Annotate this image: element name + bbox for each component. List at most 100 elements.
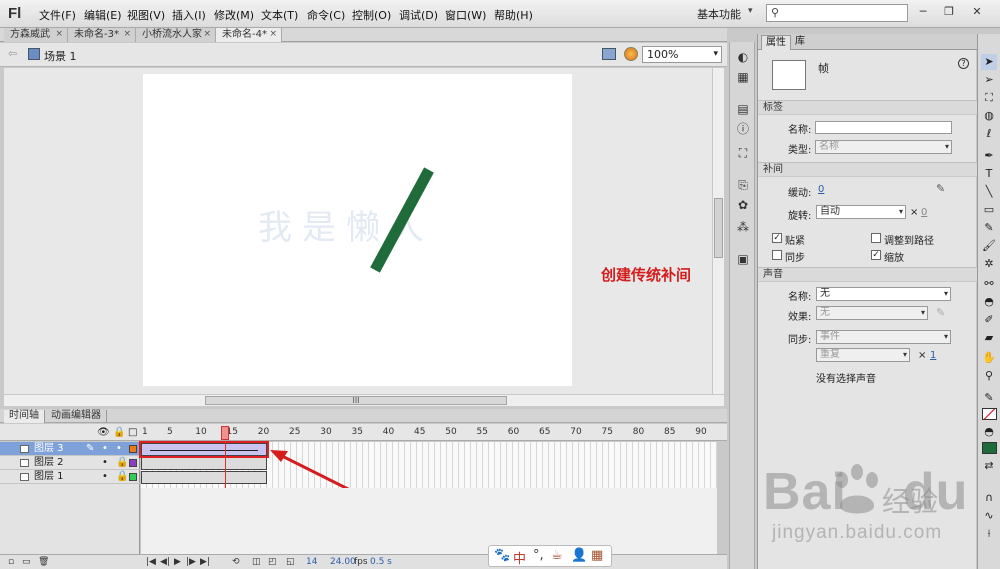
new-folder-icon[interactable]: ▭ <box>22 556 31 569</box>
rectangle-tool-icon[interactable]: ▭ <box>981 202 997 218</box>
straighten-icon[interactable]: ⟊ <box>981 526 997 542</box>
free-transform-tool-icon[interactable]: ⛶ <box>981 90 997 106</box>
doc-tab-4[interactable]: 未命名-4* × <box>216 28 282 42</box>
cup-icon[interactable]: ☕ <box>551 548 563 563</box>
menu-window[interactable]: 窗口(W) <box>445 7 486 23</box>
restore-button[interactable]: ❐ <box>940 4 958 20</box>
layer-row-3[interactable]: 图层 3 ✎ • • <box>0 442 140 456</box>
selection-tool-icon[interactable]: ➤ <box>981 54 997 70</box>
snap-to-objects-icon[interactable]: ∩ <box>981 490 997 506</box>
visibility-dot[interactable]: • <box>102 442 108 456</box>
line-tool-icon[interactable]: ╲ <box>981 184 997 200</box>
prev-frame-icon[interactable]: ◀| <box>160 556 170 569</box>
ime-language[interactable]: 中 <box>513 548 526 567</box>
person-icon[interactable]: 👤 <box>571 548 587 563</box>
fill-color-icon[interactable]: ◓ <box>981 424 997 440</box>
sync-checkbox[interactable] <box>772 250 782 260</box>
tab-properties[interactable]: 属性 <box>761 35 791 50</box>
fill-color-swatch[interactable] <box>982 442 997 454</box>
frame-span[interactable] <box>141 471 267 484</box>
edit-sound-pencil-icon[interactable]: ✎ <box>936 306 945 319</box>
eye-icon[interactable]: 👁 <box>97 427 110 438</box>
play-icon[interactable]: ▶ <box>174 556 181 569</box>
close-icon[interactable]: × <box>203 28 211 41</box>
edit-multiple-frames-icon[interactable]: ◱ <box>286 556 295 569</box>
layer-row-2[interactable]: 图层 2 • 🔒 <box>0 456 140 470</box>
transform-icon[interactable]: ⛶ <box>736 146 750 160</box>
color-icon[interactable]: ◐ <box>736 50 750 64</box>
edit-scene-icon[interactable] <box>602 48 616 60</box>
lock-icon[interactable]: 🔒 <box>116 470 128 484</box>
menu-debug[interactable]: 调试(D) <box>399 7 438 23</box>
tab-timeline[interactable]: 时间轴 <box>4 410 45 423</box>
info-icon[interactable]: ⓘ <box>736 122 750 136</box>
frame-span[interactable] <box>141 457 267 470</box>
sound-sync-select[interactable]: 事件 ▾ <box>816 330 951 344</box>
close-button[interactable]: ✕ <box>968 4 986 20</box>
grid-icon[interactable]: ▦ <box>591 548 603 563</box>
menu-view[interactable]: 视图(V) <box>127 7 165 23</box>
bone-tool-icon[interactable]: ⚯ <box>981 276 997 292</box>
loop-icon[interactable]: ⟲ <box>232 556 240 569</box>
menu-modify[interactable]: 修改(M) <box>214 7 254 23</box>
next-frame-icon[interactable]: |▶ <box>186 556 196 569</box>
new-layer-icon[interactable]: ▫ <box>8 556 14 569</box>
close-icon[interactable]: × <box>55 28 63 41</box>
onion-outline-icon[interactable]: ◰ <box>268 556 277 569</box>
outline-icon[interactable]: □ <box>128 427 137 438</box>
last-frame-icon[interactable]: ▶| <box>200 556 210 569</box>
lock-dot[interactable]: • <box>116 442 122 456</box>
first-frame-icon[interactable]: |◀ <box>146 556 156 569</box>
section-sound[interactable]: 声音 <box>758 267 977 282</box>
tab-library[interactable]: 库 <box>791 35 809 50</box>
back-arrow-icon[interactable]: ⇦ <box>8 47 17 60</box>
menu-commands[interactable]: 命令(C) <box>307 7 345 23</box>
lasso-tool-icon[interactable]: ℓ <box>981 126 997 142</box>
visibility-dot[interactable]: • <box>102 456 108 470</box>
sound-name-select[interactable]: 无 ▾ <box>816 287 951 301</box>
pencil-tool-icon[interactable]: ✎ <box>981 220 997 236</box>
stroke-color-icon[interactable]: ✎ <box>981 390 997 406</box>
paw-icon[interactable]: 🐾 <box>494 548 510 563</box>
doc-tab-3[interactable]: 小桥流水人家 × <box>136 28 216 42</box>
close-icon[interactable]: × <box>123 28 131 41</box>
scroll-thumb[interactable] <box>714 198 723 258</box>
pen-tool-icon[interactable]: ✒ <box>981 148 997 164</box>
horizontal-scrollbar[interactable]: III <box>4 394 724 406</box>
help-icon[interactable]: ? <box>958 58 969 69</box>
hand-tool-icon[interactable]: ✋ <box>981 350 997 366</box>
repeat-times[interactable]: 1 <box>930 350 936 361</box>
snap-checkbox[interactable]: ✓ <box>772 233 782 243</box>
search-input[interactable]: ⚲ <box>766 4 908 22</box>
rotate-times[interactable]: 0 <box>921 207 927 218</box>
layer-row-1[interactable]: 图层 1 • 🔒 <box>0 470 140 484</box>
doc-tab-2[interactable]: 未命名-3* × <box>68 28 136 42</box>
lock-icon[interactable]: 🔒 <box>116 456 128 470</box>
effect-select[interactable]: 无 ▾ <box>816 306 928 320</box>
chevron-down-icon[interactable]: ▾ <box>748 6 753 16</box>
section-label[interactable]: 标签 <box>758 100 977 115</box>
tab-motion-editor[interactable]: 动画编辑器 <box>46 410 107 423</box>
swap-colors-icon[interactable]: ⇄ <box>981 458 997 474</box>
lock-icon[interactable]: 🔒 <box>113 427 125 438</box>
motion-presets-icon[interactable]: ⁂ <box>736 220 750 234</box>
frame-rate[interactable]: 24.00 <box>330 556 356 569</box>
menu-edit[interactable]: 编辑(E) <box>84 7 122 23</box>
ease-value[interactable]: 0 <box>818 184 824 195</box>
3d-rotation-tool-icon[interactable]: ◍ <box>981 108 997 124</box>
repeat-select[interactable]: 重复 ▾ <box>816 348 910 362</box>
edit-ease-pencil-icon[interactable]: ✎ <box>936 182 945 195</box>
swatches-icon[interactable]: ▦ <box>736 70 750 84</box>
layer-outline-color[interactable] <box>129 473 137 481</box>
onion-skin-icon[interactable]: ◫ <box>252 556 261 569</box>
minimize-button[interactable]: ─ <box>914 4 932 20</box>
eyedropper-tool-icon[interactable]: ✐ <box>981 312 997 328</box>
subselection-tool-icon[interactable]: ➢ <box>981 72 997 88</box>
scene-panel-icon[interactable]: ▣ <box>736 252 750 266</box>
playhead[interactable] <box>221 426 229 440</box>
scale-checkbox[interactable]: ✓ <box>871 250 881 260</box>
scene-label[interactable]: 场景 1 <box>44 48 77 64</box>
text-tool-icon[interactable]: T <box>981 166 997 182</box>
align-icon[interactable]: ▤ <box>736 102 750 116</box>
code-snippets-icon[interactable]: ⎘ <box>736 178 750 192</box>
